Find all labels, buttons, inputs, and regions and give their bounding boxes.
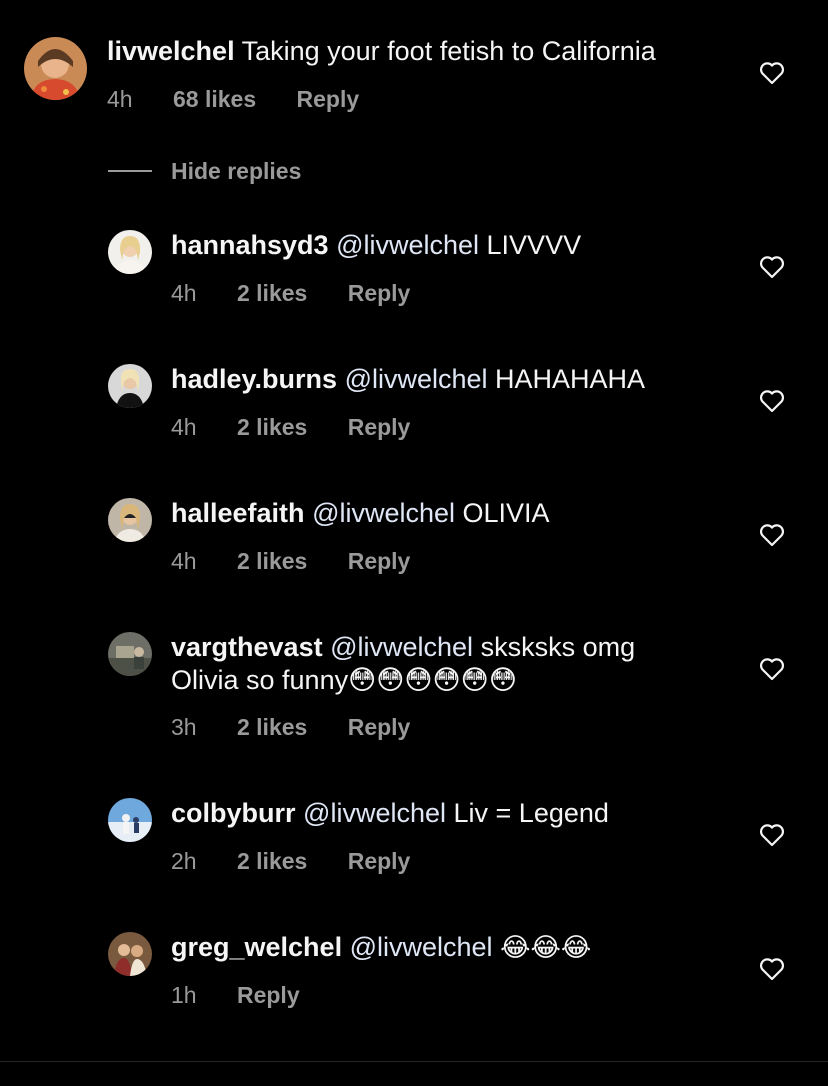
reply-meta: 2h 2 likes Reply [171, 847, 444, 875]
mention-link[interactable]: @livwelchel [330, 632, 473, 662]
reply-meta: 3h 2 likes Reply [171, 713, 444, 741]
reply-button[interactable]: Reply [348, 847, 411, 875]
heart-outline-icon[interactable] [759, 61, 785, 85]
mention-link[interactable]: @livwelchel [350, 932, 493, 962]
avatar[interactable] [108, 364, 152, 408]
reply-text: hadley.burns @livwelchel HAHAHAHA [171, 363, 645, 396]
avatar[interactable] [108, 932, 152, 976]
likes-count[interactable]: 2 likes [237, 713, 307, 741]
mention-link[interactable]: @livwelchel [336, 230, 479, 260]
reply-text: vargthevast @livwelchel sksksks omg Oliv… [171, 631, 691, 697]
reply-body: LIVVVV [486, 230, 582, 260]
likes-count[interactable]: 2 likes [237, 279, 307, 307]
mention-link[interactable]: @livwelchel [345, 364, 488, 394]
reply-body: OLIVIA [462, 498, 550, 528]
comment-text: livwelchel Taking your foot fetish to Ca… [107, 35, 656, 68]
reply-username[interactable]: vargthevast [171, 632, 323, 662]
avatar[interactable] [108, 498, 152, 542]
hide-replies-label: Hide replies [171, 158, 302, 184]
reply-meta: 4h 2 likes Reply [171, 279, 444, 307]
avatar[interactable] [108, 632, 152, 676]
mention-link[interactable]: @livwelchel [312, 498, 455, 528]
reply-meta: 4h 2 likes Reply [171, 547, 444, 575]
divider [108, 170, 152, 172]
comment-meta: 4h 68 likes Reply [107, 85, 393, 113]
reply-time: 1h [171, 982, 197, 1008]
reply-body: 😂😂😂 [500, 933, 592, 963]
reply-time: 4h [171, 414, 197, 440]
reply-button[interactable]: Reply [348, 547, 411, 575]
likes-count[interactable]: 68 likes [173, 85, 256, 113]
heart-outline-icon[interactable] [759, 957, 785, 981]
reply-time: 2h [171, 848, 197, 874]
reply-button[interactable]: Reply [297, 85, 360, 113]
reply-username[interactable]: hannahsyd3 [171, 230, 329, 260]
reply-username[interactable]: colbyburr [171, 798, 296, 828]
likes-count[interactable]: 2 likes [237, 847, 307, 875]
reply-text: hannahsyd3 @livwelchel LIVVVV [171, 229, 581, 262]
bottom-divider [0, 1061, 828, 1062]
reply-username[interactable]: hadley.burns [171, 364, 337, 394]
reply-text: greg_welchel @livwelchel 😂😂😂 [171, 931, 591, 965]
mention-link[interactable]: @livwelchel [303, 798, 446, 828]
heart-outline-icon[interactable] [759, 389, 785, 413]
reply-body: HAHAHAHA [495, 364, 646, 394]
reply-text: halleefaith @livwelchel OLIVIA [171, 497, 550, 530]
heart-outline-icon[interactable] [759, 523, 785, 547]
reply-username[interactable]: greg_welchel [171, 932, 342, 962]
reply-meta: 4h 2 likes Reply [171, 413, 444, 441]
comment-username[interactable]: livwelchel [107, 36, 235, 66]
reply-time: 4h [171, 280, 197, 306]
reply-time: 3h [171, 714, 197, 740]
reply-meta: 1h Reply [171, 981, 334, 1009]
reply-username[interactable]: halleefaith [171, 498, 305, 528]
avatar[interactable] [24, 37, 87, 100]
heart-outline-icon[interactable] [759, 823, 785, 847]
avatar[interactable] [108, 798, 152, 842]
likes-count[interactable]: 2 likes [237, 413, 307, 441]
comment-body: Taking your foot fetish to California [241, 36, 656, 66]
reply-body: Liv = Legend [453, 798, 609, 828]
reply-button[interactable]: Reply [237, 981, 300, 1009]
reply-button[interactable]: Reply [348, 413, 411, 441]
likes-count[interactable]: 2 likes [237, 547, 307, 575]
avatar[interactable] [108, 230, 152, 274]
reply-button[interactable]: Reply [348, 713, 411, 741]
reply-text: colbyburr @livwelchel Liv = Legend [171, 797, 609, 830]
comment-time: 4h [107, 86, 133, 112]
reply-time: 4h [171, 548, 197, 574]
reply-button[interactable]: Reply [348, 279, 411, 307]
heart-outline-icon[interactable] [759, 657, 785, 681]
heart-outline-icon[interactable] [759, 255, 785, 279]
